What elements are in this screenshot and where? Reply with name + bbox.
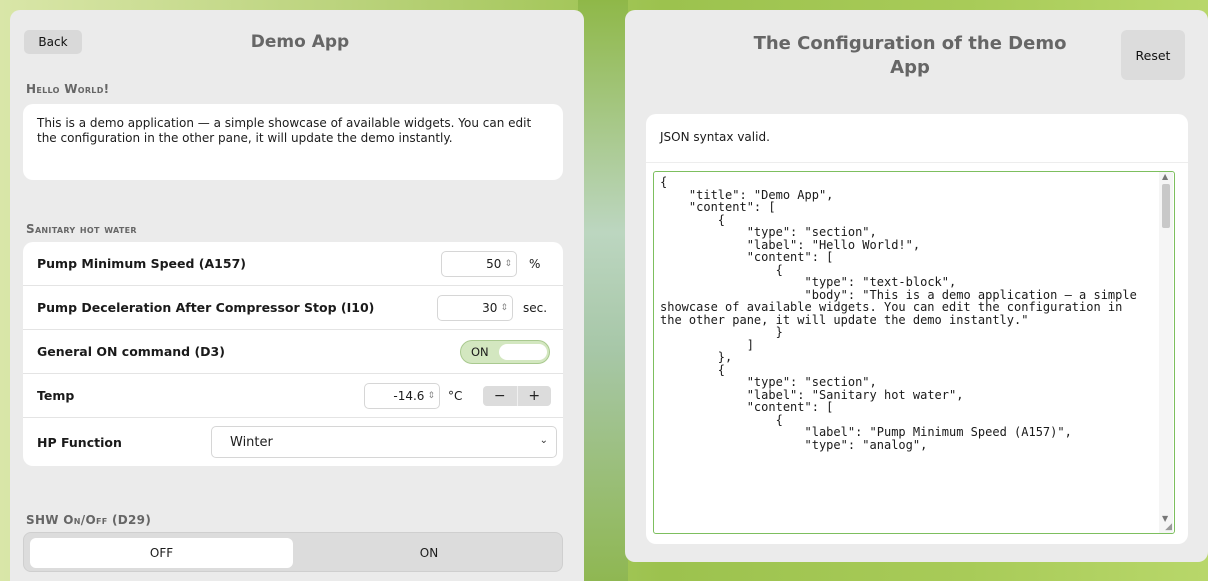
section-label-sanitary-hot-water: Sanitary hot water <box>26 222 137 236</box>
reset-button[interactable]: Reset <box>1121 30 1185 80</box>
row-temp: Temp -14.6 ⇕ °C − + <box>23 374 563 418</box>
pump-deceleration-input[interactable]: 30 ⇕ <box>437 294 513 321</box>
divider <box>646 162 1188 163</box>
row-label: Pump Deceleration After Compressor Stop … <box>37 300 375 315</box>
increment-button[interactable]: + <box>518 386 552 406</box>
chevron-down-icon: ⌄ <box>539 435 548 446</box>
input-value: 50 <box>486 256 502 271</box>
decrement-button[interactable]: − <box>483 385 518 406</box>
resize-grip-icon[interactable]: ◢ <box>1165 522 1172 532</box>
section-label-shw-on-off: SHW On/Off (D29) <box>26 513 152 527</box>
row-label: HP Function <box>37 434 122 450</box>
scroll-thumb[interactable] <box>1162 184 1170 228</box>
demo-app-pane: Back Demo App Hello World! This is a dem… <box>10 10 584 581</box>
unit-label: °C <box>448 388 463 403</box>
json-editor[interactable]: { "title": "Demo App", "content": [ { "t… <box>653 171 1175 534</box>
select-value: Winter <box>230 434 273 450</box>
settings-card: Pump Minimum Speed (A157) 50 ⇕ % Pump De… <box>23 242 563 466</box>
input-value: 30 <box>482 300 498 315</box>
scrollbar[interactable]: ▲ ▼ <box>1159 172 1173 533</box>
row-pump-deceleration: Pump Deceleration After Compressor Stop … <box>23 286 563 330</box>
row-label: Pump Minimum Speed (A157) <box>37 256 246 271</box>
pump-speed-input[interactable]: 50 ⇕ <box>441 250 517 277</box>
scroll-up-icon[interactable]: ▲ <box>1162 172 1168 181</box>
section-label-hello-world: Hello World! <box>26 82 110 96</box>
json-card: JSON syntax valid. { "title": "Demo App"… <box>646 114 1188 544</box>
unit-label: % <box>529 256 541 271</box>
toggle-state: ON <box>471 344 489 359</box>
row-pump-minimum-speed: Pump Minimum Speed (A157) 50 ⇕ % <box>23 242 563 286</box>
configuration-title: The Configuration of the Demo App <box>753 33 1067 78</box>
spinner-icon[interactable]: ⇕ <box>427 391 435 401</box>
input-value: -14.6 <box>393 388 425 403</box>
background-stripe <box>578 0 628 581</box>
text-block: This is a demo application — a simple sh… <box>23 104 563 180</box>
json-text[interactable]: { "title": "Demo App", "content": [ { "t… <box>660 176 1150 451</box>
row-label: Temp <box>37 388 75 403</box>
row-hp-function: HP Function Winter ⌄ <box>23 418 563 466</box>
back-button[interactable]: Back <box>24 30 82 54</box>
temp-input[interactable]: -14.6 ⇕ <box>364 382 440 409</box>
shw-on-off-toggle: OFF ON <box>23 532 563 572</box>
spinner-icon[interactable]: ⇕ <box>500 303 508 313</box>
configuration-pane: The Configuration of the Demo App Reset … <box>625 10 1208 562</box>
row-general-on-command: General ON command (D3) ON <box>23 330 563 374</box>
unit-label: sec. <box>523 300 548 315</box>
toggle-knob <box>499 343 547 360</box>
hp-function-select[interactable]: Winter ⌄ <box>211 426 557 458</box>
spinner-icon[interactable]: ⇕ <box>504 259 512 269</box>
shw-off-option[interactable]: OFF <box>30 538 293 568</box>
general-on-toggle[interactable]: ON <box>460 339 550 364</box>
temp-stepper: − + <box>483 385 552 406</box>
json-status: JSON syntax valid. <box>660 130 770 144</box>
page-title: Demo App <box>250 32 350 52</box>
row-label: General ON command (D3) <box>37 344 225 359</box>
shw-on-option[interactable]: ON <box>299 538 559 568</box>
